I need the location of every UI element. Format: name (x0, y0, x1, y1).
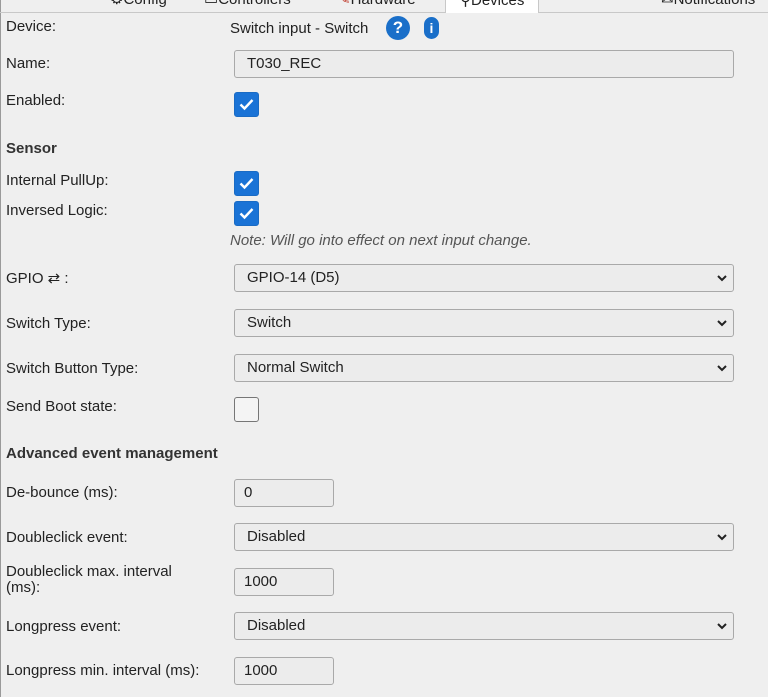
switch-button-type-select[interactable]: Normal Switch (234, 354, 734, 382)
debounce-label: De-bounce (ms): (6, 484, 118, 501)
left-border (0, 0, 1, 697)
tab-config[interactable]: ⚙Config (110, 0, 167, 8)
send-boot-checkbox[interactable] (234, 397, 259, 422)
tab-bar: ⚙Config ▭Controllers ✎Hardware ⚲Devices … (0, 0, 768, 13)
gear-icon: ⚙ (110, 0, 123, 8)
send-boot-label: Send Boot state: (6, 398, 117, 415)
switch-button-type-label: Switch Button Type: (6, 360, 139, 377)
chevron-down-icon (717, 534, 727, 541)
help-icon[interactable]: ? (386, 16, 410, 40)
tab-devices[interactable]: ⚲Devices (445, 0, 540, 13)
advanced-heading: Advanced event management (6, 445, 218, 462)
device-value: Switch input - Switch (230, 20, 369, 37)
check-icon (239, 178, 254, 190)
longpress-interval-label: Longpress min. interval (ms): (6, 662, 200, 679)
chevron-down-icon (717, 320, 727, 327)
chevron-down-icon (717, 365, 727, 372)
inversed-checkbox[interactable] (234, 201, 259, 226)
doubleclick-select[interactable]: Disabled (234, 523, 734, 551)
check-icon (239, 208, 254, 220)
switch-type-select[interactable]: Switch (234, 309, 734, 337)
pullup-label: Internal PullUp: (6, 172, 109, 189)
tab-notifications[interactable]: ✉Notifications (661, 0, 755, 8)
debounce-input[interactable]: 0 (234, 479, 334, 507)
device-label: Device: (6, 18, 57, 35)
switch-type-label: Switch Type: (6, 315, 91, 332)
name-label: Name: (6, 55, 51, 72)
enabled-checkbox[interactable] (234, 92, 259, 117)
doubleclick-interval-input[interactable]: 1000 (234, 568, 334, 596)
doubleclick-interval-label: Doubleclick max. interval (ms): (6, 563, 172, 596)
longpress-interval-input[interactable]: 1000 (234, 657, 334, 685)
inversed-label: Inversed Logic: (6, 202, 108, 219)
sensor-heading: Sensor (6, 140, 57, 157)
pullup-checkbox[interactable] (234, 171, 259, 196)
doubleclick-label: Doubleclick event: (6, 529, 128, 546)
switch-type-value: Switch (247, 314, 292, 331)
longpress-label: Longpress event: (6, 618, 122, 635)
envelope-icon: ✉ (661, 0, 674, 8)
tab-controllers[interactable]: ▭Controllers (204, 0, 291, 8)
doubleclick-value: Disabled (247, 528, 306, 545)
info-icon[interactable]: i (424, 17, 439, 39)
search-icon: ⚲ (460, 0, 471, 9)
tab-hardware[interactable]: ✎Hardware (338, 0, 416, 8)
wrench-icon: ✎ (338, 0, 351, 8)
inversed-note: Note: Will go into effect on next input … (230, 232, 532, 249)
check-icon (239, 99, 254, 111)
gpio-label: GPIO ⇄ : (6, 270, 69, 287)
longpress-select[interactable]: Disabled (234, 612, 734, 640)
longpress-value: Disabled (247, 617, 306, 634)
comment-icon: ▭ (204, 0, 218, 8)
chevron-down-icon (717, 275, 727, 282)
enabled-label: Enabled: (6, 92, 66, 109)
name-input[interactable]: T030_REC (234, 50, 734, 78)
chevron-down-icon (717, 623, 727, 630)
switch-button-type-value: Normal Switch (247, 359, 344, 376)
gpio-select[interactable]: GPIO-14 (D5) (234, 264, 734, 292)
gpio-select-value: GPIO-14 (D5) (247, 269, 340, 286)
